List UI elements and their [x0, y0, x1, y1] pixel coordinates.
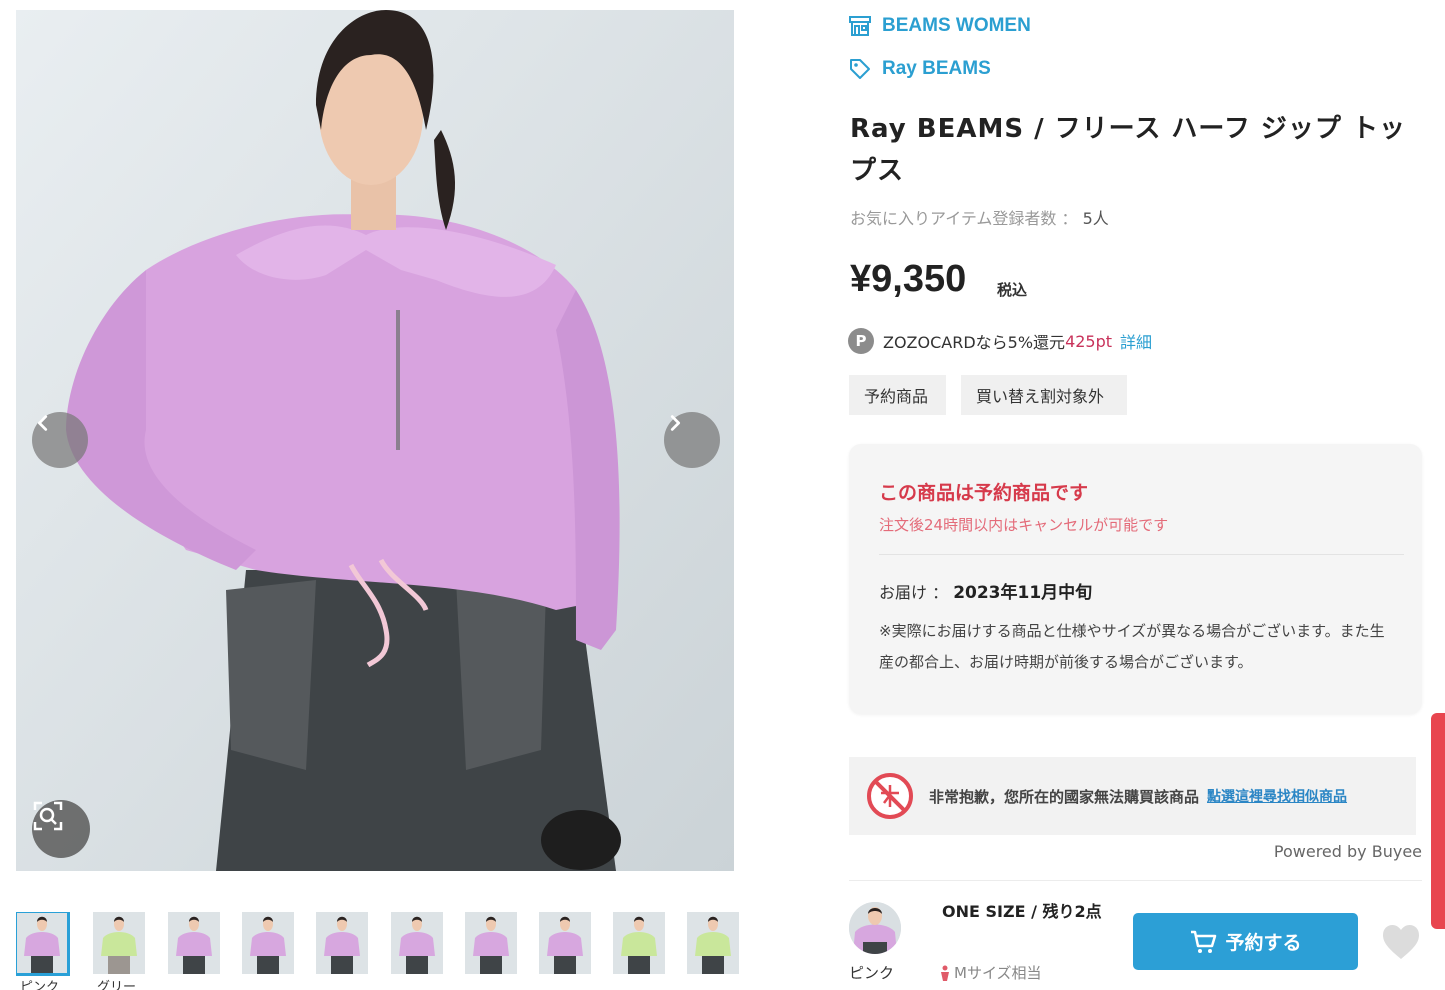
next-image-button[interactable]: [664, 412, 720, 468]
brand-name[interactable]: Ray BEAMS: [882, 58, 991, 80]
thumbnail-strip: ピンク グリー: [16, 912, 746, 990]
sku-color-label: ピンク: [849, 964, 895, 982]
buyee-banner: 非常抱歉，您所在的國家無法購買該商品 點選這裡尋找相似商品: [849, 757, 1416, 835]
person-icon: [941, 965, 949, 981]
sku-fit: Mサイズ相当: [940, 962, 1042, 983]
thumbnail[interactable]: [539, 912, 591, 974]
preorder-notice: この商品は予約商品です 注文後24時間以内はキャンセルが可能です お届け ： 2…: [849, 444, 1422, 714]
thumbnail[interactable]: [391, 912, 443, 974]
product-photo-illustration: [16, 10, 734, 871]
chevron-right-icon: [670, 415, 681, 431]
heart-icon[interactable]: [1381, 923, 1421, 961]
favorites-number: 5人: [1082, 209, 1109, 228]
tax-label: 税込: [997, 281, 1028, 299]
thumbnail-photo: [168, 912, 220, 974]
cart-icon: [1191, 930, 1217, 953]
zoom-image-button[interactable]: [32, 800, 90, 858]
zoom-search-icon: [33, 801, 63, 831]
points-detail-link[interactable]: 詳細: [1120, 329, 1152, 353]
product-title: Ray BEAMS / フリース ハーフ ジップ トップス: [850, 114, 1406, 186]
tag-preorder: 予約商品: [849, 375, 946, 415]
reserve-button[interactable]: 予約する: [1133, 913, 1358, 970]
powered-by-buyee: Powered by Buyee: [1273, 842, 1422, 861]
sku-color-thumbnail[interactable]: [849, 902, 901, 954]
thumbnail-photo: [687, 912, 739, 974]
sku-fit-label: Mサイズ相当: [954, 964, 1042, 982]
divider: [849, 880, 1422, 881]
preorder-cancel-note: 注文後24時間以内はキャンセルが可能です: [879, 516, 1169, 534]
preorder-title: この商品は予約商品です: [879, 482, 1089, 504]
favorites-label: お気に入りアイテム登録者数 ：: [850, 209, 1083, 228]
points-badge-icon: P: [848, 328, 874, 354]
thumbnail[interactable]: [168, 912, 220, 974]
thumbnail[interactable]: [465, 912, 517, 974]
thumbnail-photo: [16, 912, 68, 974]
points-text: ZOZOCARDなら5%還元: [883, 333, 1066, 352]
delivery-info: お届け ： 2023年11月中旬: [879, 578, 1092, 603]
favorites-count: お気に入りアイテム登録者数 ： 5人: [850, 205, 1109, 229]
delivery-note: ※実際にお届けする商品と仕様やサイズが異なる場合がございます。また生産の都合上、…: [879, 622, 1385, 671]
price: ¥9,350: [850, 258, 967, 300]
thumbnail[interactable]: [93, 912, 145, 974]
tag-icon: [850, 59, 870, 79]
main-product-image[interactable]: [16, 10, 734, 871]
brand-link[interactable]: Ray BEAMS: [848, 57, 991, 81]
thumbnail[interactable]: [316, 912, 368, 974]
thumbnail[interactable]: [613, 912, 665, 974]
side-feedback-tab[interactable]: [1431, 713, 1445, 929]
buyee-message: 非常抱歉，您所在的國家無法購買該商品: [929, 787, 1200, 806]
store-icon: [849, 16, 871, 36]
thumbnail[interactable]: [16, 912, 70, 976]
shop-link[interactable]: BEAMS WOMEN: [848, 14, 1031, 38]
thumbnail-label: ピンク: [20, 980, 60, 990]
thumbnail-photo: [613, 912, 665, 974]
thumbnail-photo: [316, 912, 368, 974]
thumbnail-photo: [539, 912, 591, 974]
delivery-date: 2023年11月中旬: [953, 583, 1093, 603]
buyee-similar-link[interactable]: 點選這裡尋找相似商品: [1207, 786, 1347, 806]
thumbnail[interactable]: [687, 912, 739, 974]
thumbnail-label: グリー: [97, 980, 137, 990]
thumbnail-photo: [465, 912, 517, 974]
sku-size-stock: ONE SIZE / 残り2点: [942, 902, 1102, 921]
thumbnail-photo: [391, 912, 443, 974]
tag-trade-in-excluded: 買い替え割対象外: [961, 375, 1127, 415]
previous-image-button[interactable]: [32, 412, 88, 468]
sku-photo: [849, 902, 901, 954]
points-amount: 425pt: [1065, 331, 1113, 351]
chevron-left-icon: [37, 415, 48, 431]
prohibited-icon: [867, 773, 913, 819]
divider: [879, 554, 1404, 555]
thumbnail[interactable]: [242, 912, 294, 974]
thumbnail-photo: [93, 912, 145, 974]
shop-name[interactable]: BEAMS WOMEN: [882, 15, 1031, 37]
thumbnail-photo: [242, 912, 294, 974]
reserve-label: 予約する: [1225, 932, 1302, 954]
delivery-label: お届け ：: [879, 583, 954, 602]
points-info: P ZOZOCARDなら5%還元 425pt 詳細: [848, 328, 1152, 354]
